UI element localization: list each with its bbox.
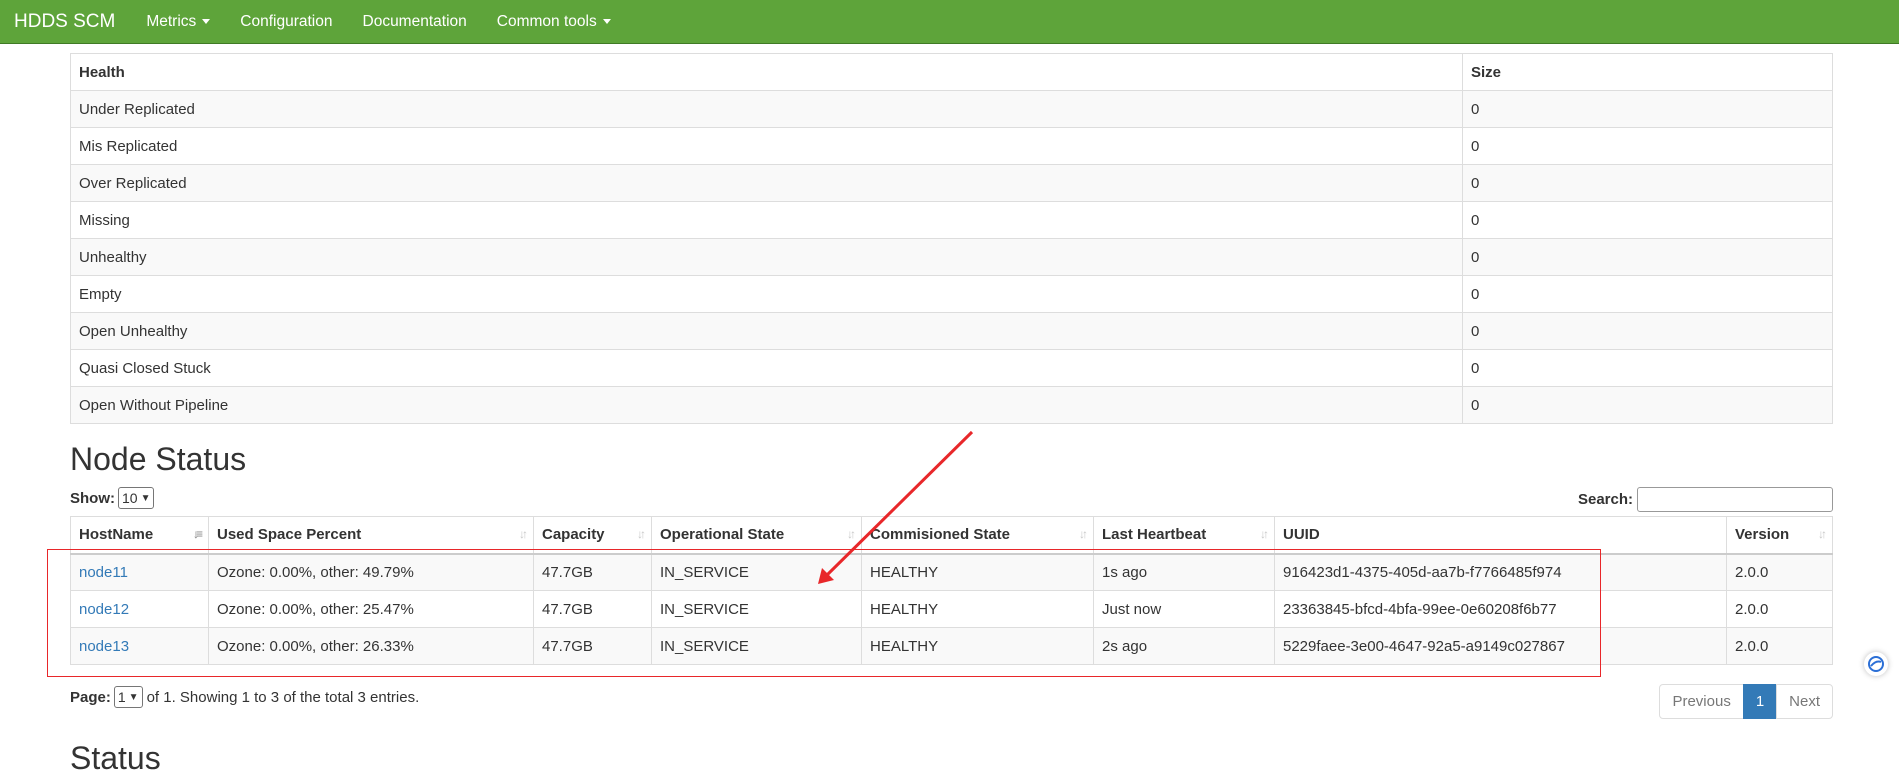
col-uuid-label: UUID bbox=[1283, 526, 1320, 544]
show-label: Show: bbox=[70, 489, 115, 507]
col-hostname[interactable]: HostName ↓≡ bbox=[70, 516, 209, 555]
page-length-value: 10 bbox=[122, 490, 138, 506]
col-capacity[interactable]: Capacity ↓↑ bbox=[533, 516, 652, 555]
size-header: Size bbox=[1462, 53, 1833, 91]
caret-down-icon bbox=[602, 19, 611, 24]
health-name: Empty bbox=[70, 275, 1463, 313]
health-name: Open Without Pipeline bbox=[70, 386, 1463, 424]
nav-common-tools-label: Common tools bbox=[496, 12, 597, 30]
page-1-button[interactable]: 1 bbox=[1742, 684, 1778, 719]
nav-documentation-label: Documentation bbox=[362, 12, 467, 30]
status-heading: Status bbox=[70, 740, 161, 776]
health-size: 0 bbox=[1462, 164, 1833, 202]
col-commissioned-state[interactable]: Commisioned State ↓↑ bbox=[861, 516, 1094, 555]
health-name: Over Replicated bbox=[70, 164, 1463, 202]
nav-documentation[interactable]: Documentation bbox=[348, 13, 482, 31]
page-select-value: 1 bbox=[117, 689, 126, 705]
col-version[interactable]: Version ↓↑ bbox=[1726, 516, 1833, 555]
nav-metrics-label: Metrics bbox=[146, 12, 197, 30]
pagination: Previous 1 Next bbox=[1659, 684, 1833, 719]
health-size: 0 bbox=[1462, 275, 1833, 313]
table-row: Missing 0 bbox=[70, 201, 1833, 239]
health-table: Health Size Under Replicated 0 Mis Replic… bbox=[70, 53, 1833, 424]
health-size: 0 bbox=[1462, 90, 1833, 128]
search-control: Search: bbox=[1578, 487, 1833, 512]
col-capacity-label: Capacity bbox=[542, 526, 605, 544]
brand-title[interactable]: HDDS SCM bbox=[14, 11, 115, 33]
health-name: Unhealthy bbox=[70, 238, 1463, 276]
page-length-select[interactable]: 10 ▼ bbox=[118, 487, 155, 509]
next-button[interactable]: Next bbox=[1776, 684, 1833, 719]
col-last-heartbeat-label: Last Heartbeat bbox=[1102, 526, 1207, 544]
sort-icon: ↓↑ bbox=[847, 527, 856, 541]
sort-icon: ↓↑ bbox=[1260, 527, 1269, 541]
health-size: 0 bbox=[1462, 127, 1833, 165]
health-name: Mis Replicated bbox=[70, 127, 1463, 165]
caret-down-icon bbox=[202, 19, 211, 24]
table-row: Open Without Pipeline 0 bbox=[70, 386, 1833, 424]
table-row: Over Replicated 0 bbox=[70, 164, 1833, 202]
node-status-heading: Node Status bbox=[70, 441, 247, 477]
table-row: Under Replicated 0 bbox=[70, 90, 1833, 128]
col-used-space-label: Used Space Percent bbox=[217, 526, 362, 544]
page-control: Page: 1 ▼ of 1. Showing 1 to 3 of the to… bbox=[70, 686, 419, 708]
col-version-label: Version bbox=[1735, 526, 1790, 544]
table-row: Unhealthy 0 bbox=[70, 238, 1833, 276]
sort-icon: ↓↑ bbox=[637, 527, 646, 541]
page-summary: of 1. Showing 1 to 3 of the total 3 entr… bbox=[146, 688, 420, 706]
top-navbar: HDDS SCM Metrics Configuration Documenta… bbox=[0, 0, 1899, 44]
table-row: Open Unhealthy 0 bbox=[70, 312, 1833, 350]
health-size: 0 bbox=[1462, 201, 1833, 239]
col-operational-state[interactable]: Operational State ↓↑ bbox=[651, 516, 862, 555]
sort-icon: ↓↑ bbox=[1818, 527, 1827, 541]
col-last-heartbeat[interactable]: Last Heartbeat ↓↑ bbox=[1093, 516, 1275, 555]
sort-icon: ↓↑ bbox=[1079, 527, 1088, 541]
col-operational-state-label: Operational State bbox=[660, 526, 785, 544]
col-commissioned-state-label: Commisioned State bbox=[870, 526, 1011, 544]
nav-common-tools[interactable]: Common tools bbox=[482, 13, 626, 31]
health-size: 0 bbox=[1462, 312, 1833, 350]
page-label: Page: bbox=[70, 688, 111, 706]
assistant-icon[interactable] bbox=[1864, 652, 1888, 676]
version-cell: 2.0.0 bbox=[1726, 627, 1833, 665]
chevron-down-icon: ▼ bbox=[128, 691, 139, 703]
health-name: Open Unhealthy bbox=[70, 312, 1463, 350]
version-cell: 2.0.0 bbox=[1726, 590, 1833, 628]
page-length-control: Show: 10 ▼ bbox=[70, 487, 155, 509]
search-label: Search: bbox=[1577, 491, 1633, 508]
previous-button[interactable]: Previous bbox=[1659, 684, 1744, 719]
health-size: 0 bbox=[1462, 386, 1833, 424]
chevron-down-icon: ▼ bbox=[140, 492, 151, 504]
col-hostname-label: HostName bbox=[79, 526, 154, 544]
version-cell: 2.0.0 bbox=[1726, 553, 1833, 591]
health-size: 0 bbox=[1462, 349, 1833, 387]
nav-metrics[interactable]: Metrics bbox=[131, 13, 225, 31]
sort-icon: ↓↑ bbox=[519, 527, 528, 541]
table-row: Empty 0 bbox=[70, 275, 1833, 313]
col-uuid[interactable]: UUID bbox=[1274, 516, 1727, 555]
table-row: Mis Replicated 0 bbox=[70, 127, 1833, 165]
page-select[interactable]: 1 ▼ bbox=[113, 686, 143, 708]
col-used-space[interactable]: Used Space Percent ↓↑ bbox=[208, 516, 534, 555]
health-size: 0 bbox=[1462, 238, 1833, 276]
nav-configuration[interactable]: Configuration bbox=[225, 13, 347, 31]
health-name: Missing bbox=[70, 201, 1463, 239]
table-row: Quasi Closed Stuck 0 bbox=[70, 349, 1833, 387]
nav-configuration-label: Configuration bbox=[240, 12, 333, 30]
highlight-box bbox=[47, 549, 1601, 677]
search-input[interactable] bbox=[1637, 487, 1833, 512]
health-name: Under Replicated bbox=[70, 90, 1463, 128]
health-header: Health bbox=[70, 53, 1463, 91]
sort-icon: ↓≡ bbox=[192, 527, 203, 541]
health-name: Quasi Closed Stuck bbox=[70, 349, 1463, 387]
